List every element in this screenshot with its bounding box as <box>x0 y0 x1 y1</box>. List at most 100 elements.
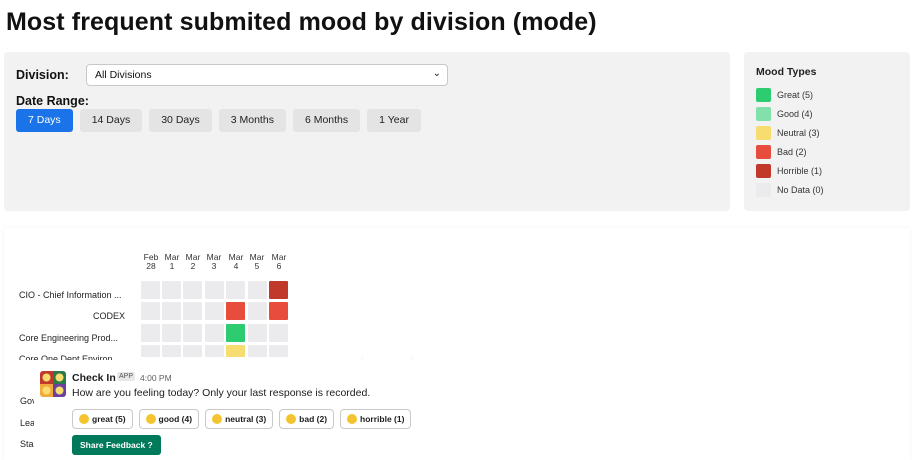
heatmap-cell[interactable] <box>248 324 267 342</box>
heatmap-cell[interactable] <box>183 281 202 299</box>
legend-swatch-horrible <box>756 163 771 178</box>
page-title: Most frequent submited mood by division … <box>6 8 597 36</box>
date-header: Mar 6 <box>268 253 290 271</box>
date-range-buttons: 7 Days 14 Days 30 Days 3 Months 6 Months… <box>16 109 421 132</box>
share-feedback-button[interactable]: Share Feedback ? <box>72 435 161 455</box>
legend-item-great: Great (5) <box>756 85 824 104</box>
sender-name[interactable]: Check In <box>72 372 116 384</box>
mood-buttons: great (5) good (4) neutral (3) bad (2) h… <box>72 409 412 429</box>
legend-title: Mood Types <box>756 66 817 78</box>
legend-item-neutral: Neutral (3) <box>756 123 824 142</box>
mood-button-neutral[interactable]: neutral (3) <box>205 409 274 429</box>
date-header: Mar 4 <box>225 253 247 271</box>
sad-face-icon <box>286 414 297 424</box>
heatmap-cell[interactable] <box>162 281 181 299</box>
heatmap-cell[interactable] <box>226 324 245 342</box>
legend-swatch-great <box>756 87 771 102</box>
heatmap-cell[interactable] <box>162 345 181 357</box>
heatmap-cell[interactable] <box>269 281 288 299</box>
mood-button-horrible[interactable]: horrible (1) <box>340 409 412 429</box>
heatmap-cell[interactable] <box>248 345 267 357</box>
heatmap-cell[interactable] <box>248 281 267 299</box>
legend-swatch-no-data <box>756 182 771 197</box>
mood-button-great[interactable]: great (5) <box>72 409 133 429</box>
legend-swatch-neutral <box>756 125 771 140</box>
range-button-1-year[interactable]: 1 Year <box>367 109 421 132</box>
heatmap-cell[interactable] <box>269 345 288 357</box>
mood-button-label: neutral (3) <box>225 414 267 424</box>
legend-item-horrible: Horrible (1) <box>756 161 824 180</box>
date-day: 28 <box>146 261 156 271</box>
heatmap-cell[interactable] <box>162 324 181 342</box>
date-day: 2 <box>190 261 196 271</box>
date-header: Mar 3 <box>203 253 225 271</box>
legend-label: Great (5) <box>777 89 814 100</box>
division-select[interactable]: All Divisions ⌄ <box>86 64 448 86</box>
crying-face-icon <box>347 414 358 424</box>
heatmap-cell[interactable] <box>183 324 202 342</box>
checkin-message: Check In APP 4:00 PM How are you feeling… <box>34 360 534 460</box>
date-header: Feb 28 <box>140 253 162 271</box>
legend-item-good: Good (4) <box>756 104 824 123</box>
heatmap-cell[interactable] <box>141 345 160 357</box>
range-button-30-days[interactable]: 30 Days <box>149 109 212 132</box>
legend-swatch-bad <box>756 144 771 159</box>
heatmap-cell[interactable] <box>141 281 160 299</box>
heatmap-cell[interactable] <box>269 324 288 342</box>
heatmap-cell[interactable] <box>205 302 224 320</box>
heatmap-cell[interactable] <box>205 281 224 299</box>
legend-label: Bad (2) <box>777 146 807 157</box>
heatmap-cell[interactable] <box>183 345 202 357</box>
mood-button-label: great (5) <box>92 414 126 424</box>
app-avatar <box>40 371 66 397</box>
heatmap-cell[interactable] <box>226 281 245 299</box>
heatmap-cell[interactable] <box>205 324 224 342</box>
legend-swatch-good <box>756 106 771 121</box>
range-button-7-days[interactable]: 7 Days <box>16 109 73 132</box>
legend-item-no-data: No Data (0) <box>756 180 824 199</box>
row-label-core-engineering: Core Engineering Prod... <box>19 333 119 343</box>
heatmap-cell[interactable] <box>141 302 160 320</box>
date-header: Mar 2 <box>182 253 204 271</box>
neutral-face-icon <box>212 414 223 424</box>
range-button-14-days[interactable]: 14 Days <box>79 109 143 132</box>
heatmap-cell[interactable] <box>183 302 202 320</box>
message-time[interactable]: 4:00 PM <box>140 373 172 383</box>
smile-icon <box>145 414 156 424</box>
legend-label: No Data (0) <box>777 184 824 195</box>
legend-label: Neutral (3) <box>777 127 820 138</box>
heatmap-cell[interactable] <box>226 302 245 320</box>
heatmap-cell[interactable] <box>226 345 245 357</box>
legend-label: Good (4) <box>777 108 813 119</box>
legend-item-bad: Bad (2) <box>756 142 824 161</box>
message-text: How are you feeling today? Only your las… <box>72 387 371 399</box>
mood-button-bad[interactable]: bad (2) <box>279 409 335 429</box>
date-day: 3 <box>211 261 217 271</box>
range-button-3-months[interactable]: 3 Months <box>218 109 286 132</box>
date-day: 5 <box>254 261 260 271</box>
heatmap-cell[interactable] <box>269 302 288 320</box>
mood-button-label: horrible (1) <box>360 414 405 424</box>
legend-panel: Mood Types Great (5) Good (4) Neutral (3… <box>744 52 910 211</box>
heatmap-cell[interactable] <box>248 302 267 320</box>
row-label-partial: Lea <box>20 418 36 428</box>
smile-icon <box>79 414 89 424</box>
chevron-down-icon: ⌄ <box>432 68 441 79</box>
range-button-6-months[interactable]: 6 Months <box>292 109 361 132</box>
date-header: Mar 5 <box>246 253 268 271</box>
legend-list: Great (5) Good (4) Neutral (3) Bad (2) H… <box>756 85 824 199</box>
date-day: 6 <box>276 261 282 271</box>
date-range-label: Date Range: <box>16 94 89 108</box>
mood-button-label: good (4) <box>158 414 193 424</box>
division-label: Division: <box>16 68 69 82</box>
filters-panel: Division: All Divisions ⌄ Date Range: 7 … <box>4 52 730 211</box>
heatmap-cell[interactable] <box>141 324 160 342</box>
legend-label: Horrible (1) <box>777 165 823 176</box>
mood-button-good[interactable]: good (4) <box>138 409 200 429</box>
heatmap-cell[interactable] <box>162 302 181 320</box>
heatmap-cell[interactable] <box>205 345 224 357</box>
row-label-partial: Sta <box>20 439 34 449</box>
date-day: 1 <box>169 261 175 271</box>
row-label-codex: CODEX <box>93 311 126 321</box>
date-header: Mar 1 <box>161 253 183 271</box>
